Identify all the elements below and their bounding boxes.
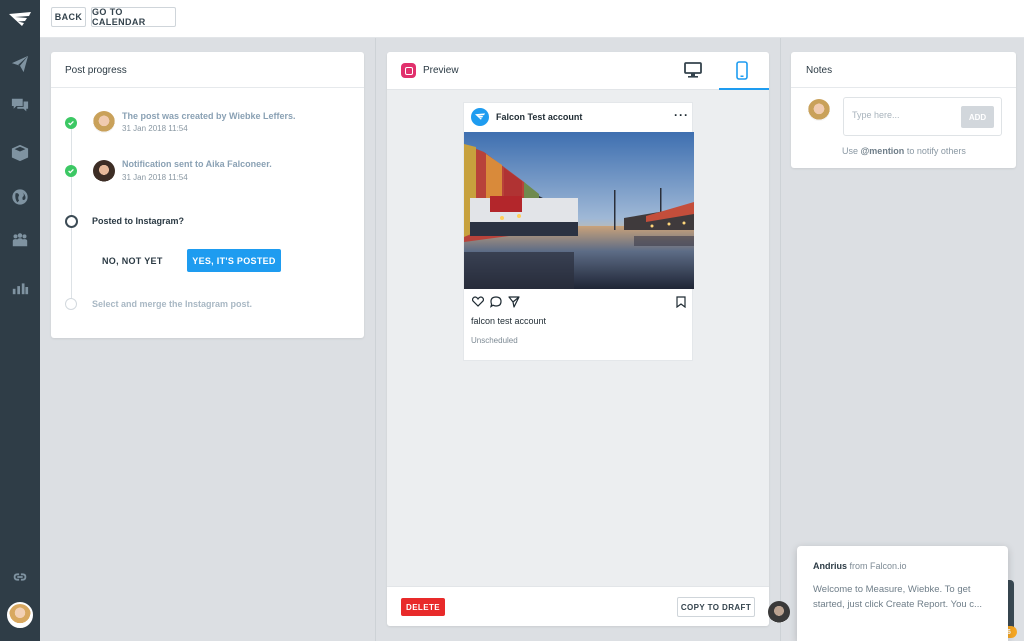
avatar [93,111,115,133]
user-avatar[interactable] [7,602,33,628]
chat-icon[interactable] [8,94,32,118]
copy-to-draft-button[interactable]: COPY TO DRAFT [677,597,755,617]
instagram-post-preview: Falcon Test account ··· falcon test acco… [463,102,694,361]
add-note-button[interactable]: ADD [961,106,994,128]
paper-plane-icon[interactable] [8,52,32,76]
falcon-logo-icon[interactable] [8,8,32,32]
box-icon[interactable] [8,141,32,165]
posted-question: Posted to Instagram? [92,216,185,226]
avatar [808,99,830,121]
future-step-icon [65,298,77,310]
not-yet-button[interactable]: NO, NOT YET [102,256,163,266]
check-icon [65,117,77,129]
top-bar: BACK GO TO CALENDAR [40,0,1024,38]
hint-suffix: to notify others [906,146,966,156]
column-divider [780,38,781,641]
step-merge-text: Select and merge the Instagram post. [92,299,253,309]
step-created-text: The post was created by Wiebke Leffers. [122,111,296,121]
active-tab-indicator [719,88,769,90]
globe-icon[interactable] [8,185,32,209]
post-username: falcon test account [471,316,547,326]
post-progress-title: Post progress [65,65,127,76]
post-account-name: Falcon Test account [496,112,583,122]
delete-button[interactable]: DELETE [401,598,445,616]
mention-hint: Use @mention to notify others [842,146,966,156]
check-icon [65,165,77,177]
mobile-icon[interactable] [736,61,748,80]
chat-message: Welcome to Measure, Wiebke. To get start… [813,584,982,610]
comment-icon[interactable] [490,296,502,308]
like-icon[interactable] [472,296,484,307]
chat-sender: Andrius [813,561,848,571]
preview-header: Preview [387,52,769,90]
desktop-icon[interactable] [684,62,702,78]
yes-posted-button[interactable]: YES, IT'S POSTED [187,249,281,272]
more-options-icon[interactable]: ··· [674,108,689,122]
go-to-calendar-button[interactable]: GO TO CALENDAR [91,7,176,27]
post-status: Unscheduled [471,336,518,345]
preview-title: Preview [423,65,459,76]
card-divider [51,87,364,88]
falcon-account-icon [471,108,489,126]
column-divider [375,38,376,641]
sidebar [0,0,40,641]
pending-step-icon [65,215,78,228]
chat-from: from Falcon.io [849,561,907,571]
share-icon[interactable] [508,296,520,308]
back-button[interactable]: BACK [51,7,86,27]
chat-agent-avatar [768,601,790,623]
avatar [93,160,115,182]
step-notification-time: 31 Jan 2018 11:54 [122,173,188,182]
step-created-time: 31 Jan 2018 11:54 [122,124,188,133]
preview-footer: DELETE COPY TO DRAFT [387,586,769,626]
card-divider [791,87,1016,88]
chat-header: Andrius from Falcon.io [813,561,907,571]
notes-placeholder: Type here... [852,110,900,120]
hint-prefix: Use [842,146,859,156]
bookmark-icon[interactable] [676,296,686,308]
chat-message-popup[interactable]: Andrius from Falcon.io Welcome to Measur… [797,546,1008,641]
audience-icon[interactable] [8,228,32,252]
step-notification-text: Notification sent to Aika Falconeer. [122,159,272,169]
hint-mention: @mention [860,146,905,156]
post-image [464,132,694,289]
instagram-icon [401,63,416,78]
link-icon[interactable] [8,565,32,589]
notes-title: Notes [806,65,833,76]
bar-chart-icon[interactable] [8,275,32,299]
post-progress-card: Post progress [51,52,364,338]
